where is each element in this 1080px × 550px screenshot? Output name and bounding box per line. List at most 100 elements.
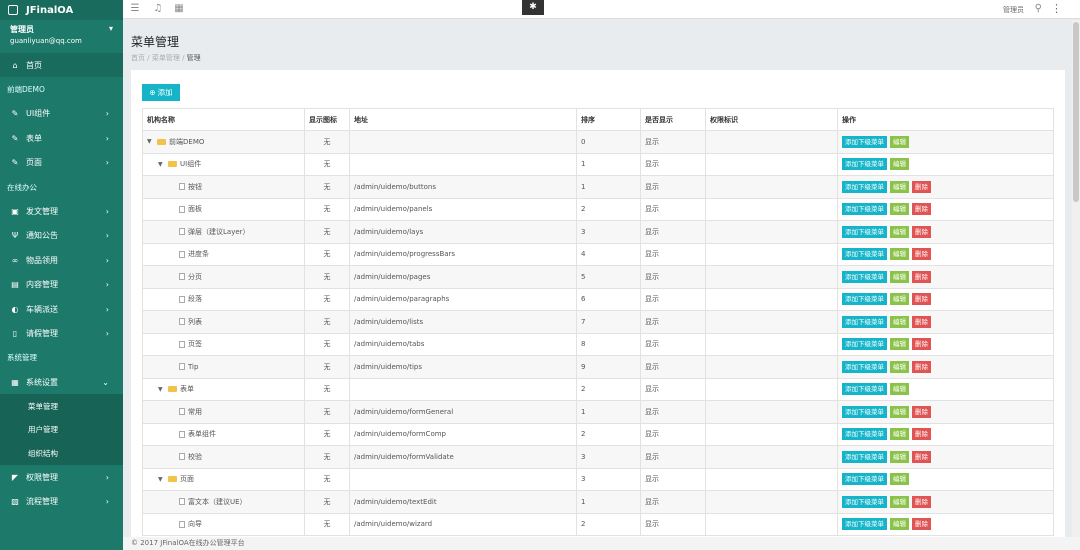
delete-button[interactable]: 删除 — [912, 428, 931, 441]
user-panel[interactable]: 管理员 ▾ guanliyuan@qq.com — [0, 20, 123, 53]
edit-button[interactable]: 编辑 — [890, 495, 909, 508]
edit-button[interactable]: 编辑 — [890, 293, 909, 306]
sidebar-item-label: 权限管理 — [26, 472, 58, 482]
main-content: 菜单管理 首页 / 菜单管理 / 管理 ⊕ 添加 机构名称 显示图标 地址 排序… — [123, 20, 1072, 550]
add-child-menu-button[interactable]: 添加下级菜单 — [842, 158, 887, 171]
breadcrumb-menu[interactable]: 菜单管理 — [152, 54, 180, 62]
bell-icon[interactable]: ♫ — [152, 3, 164, 15]
sidebar-subitem[interactable]: 菜单管理 — [0, 394, 123, 418]
edit-button[interactable]: 编辑 — [890, 405, 909, 418]
cell-order: 3 — [576, 445, 641, 469]
expand-caret-icon[interactable]: ▼ — [158, 476, 168, 483]
add-child-menu-button[interactable]: 添加下级菜单 — [842, 405, 887, 418]
cell-icon: 无 — [304, 512, 350, 536]
delete-button[interactable]: 删除 — [912, 360, 931, 373]
delete-button[interactable]: 删除 — [912, 495, 931, 508]
expand-caret-icon[interactable]: ▼ — [158, 161, 168, 168]
add-child-menu-button[interactable]: 添加下级菜单 — [842, 338, 887, 351]
user-icon[interactable]: ⚲ — [1035, 3, 1042, 14]
page-scrollbar[interactable] — [1072, 20, 1080, 550]
cell-url — [349, 130, 577, 154]
menu-toggle-icon[interactable]: ☰ — [129, 3, 141, 15]
delete-button[interactable]: 删除 — [912, 225, 931, 238]
add-child-menu-button[interactable]: 添加下级菜单 — [842, 518, 887, 531]
add-child-menu-button[interactable]: 添加下级菜单 — [842, 293, 887, 306]
delete-button[interactable]: 删除 — [912, 293, 931, 306]
gear-icon[interactable]: ✱ — [522, 0, 544, 15]
edit-button[interactable]: 编辑 — [890, 518, 909, 531]
edit-button[interactable]: 编辑 — [890, 158, 909, 171]
save-icon: ▦ — [11, 377, 19, 387]
add-child-menu-button[interactable]: 添加下级菜单 — [842, 270, 887, 283]
edit-button[interactable]: 编辑 — [890, 450, 909, 463]
col-perm: 权限标识 — [705, 108, 838, 131]
edit-button[interactable]: 编辑 — [890, 383, 909, 396]
add-child-menu-button[interactable]: 添加下级菜单 — [842, 473, 887, 486]
add-child-menu-button[interactable]: 添加下级菜单 — [842, 203, 887, 216]
add-child-menu-button[interactable]: 添加下级菜单 — [842, 180, 887, 193]
edit-button[interactable]: 编辑 — [890, 270, 909, 283]
scrollbar-thumb[interactable] — [1073, 22, 1079, 202]
edit-button[interactable]: 编辑 — [890, 180, 909, 193]
sidebar-item[interactable]: ▣ 发文管理 › — [0, 199, 123, 223]
cell-show: 显示 — [640, 242, 706, 266]
breadcrumb-home[interactable]: 首页 — [131, 54, 145, 62]
sidebar-item[interactable]: ▧ 流程管理 › — [0, 489, 123, 513]
sidebar-item[interactable]: ✎ 表单 › — [0, 126, 123, 150]
sidebar-item[interactable]: ◤ 权限管理 › — [0, 465, 123, 489]
sidebar-item[interactable]: ▦ 系统设置 ⌄ — [0, 370, 123, 394]
delete-button[interactable]: 删除 — [912, 450, 931, 463]
add-child-menu-button[interactable]: 添加下级菜单 — [842, 495, 887, 508]
sidebar-item[interactable]: ✎ UI组件 › — [0, 102, 123, 126]
add-child-menu-button[interactable]: 添加下级菜单 — [842, 248, 887, 261]
delete-button[interactable]: 删除 — [912, 203, 931, 216]
delete-button[interactable]: 删除 — [912, 315, 931, 328]
sidebar-item[interactable]: ◐ 车辆派送 › — [0, 297, 123, 321]
sidebar-subitem[interactable]: 组织结构 — [0, 441, 123, 465]
cell-perm — [705, 332, 838, 356]
table-row: ▼ 表单 无 2 显示 添加下级菜单 编辑 — [142, 377, 1054, 401]
delete-button[interactable]: 删除 — [912, 405, 931, 418]
cell-show: 显示 — [640, 310, 706, 334]
expand-caret-icon[interactable]: ▼ — [158, 386, 168, 393]
add-child-menu-button[interactable]: 添加下级菜单 — [842, 135, 887, 148]
edit-button[interactable]: 编辑 — [890, 203, 909, 216]
topbar: ☰ ♫ ▦ ✱ 管理员 ⚲ ⋮ — [123, 0, 1080, 19]
sidebar-item[interactable]: ▯ 请假管理 › — [0, 321, 123, 345]
add-child-menu-button[interactable]: 添加下级菜单 — [842, 450, 887, 463]
edit-button[interactable]: 编辑 — [890, 225, 909, 238]
add-button[interactable]: ⊕ 添加 — [142, 84, 180, 101]
grid-icon[interactable]: ▦ — [173, 3, 185, 15]
more-vertical-icon[interactable]: ⋮ — [1051, 2, 1062, 15]
edit-button[interactable]: 编辑 — [890, 360, 909, 373]
folder-icon — [168, 386, 177, 393]
add-child-menu-button[interactable]: 添加下级菜单 — [842, 383, 887, 396]
brand[interactable]: JFinalOA — [0, 0, 123, 20]
sidebar-subitem[interactable]: 用户管理 — [0, 417, 123, 442]
add-child-menu-button[interactable]: 添加下级菜单 — [842, 428, 887, 441]
edit-button[interactable]: 编辑 — [890, 473, 909, 486]
delete-button[interactable]: 删除 — [912, 270, 931, 283]
sidebar-item[interactable]: ∞ 物品领用 › — [0, 248, 123, 272]
sidebar-item[interactable]: ▤ 内容管理 › — [0, 273, 123, 297]
delete-button[interactable]: 删除 — [912, 338, 931, 351]
delete-button[interactable]: 删除 — [912, 248, 931, 261]
cell-name: 面板 — [142, 197, 305, 221]
edit-button[interactable]: 编辑 — [890, 135, 909, 148]
delete-button[interactable]: 删除 — [912, 180, 931, 193]
sidebar-item[interactable]: ✎ 页面 › — [0, 151, 123, 175]
topbar-admin-label[interactable]: 管理员 — [1003, 5, 1024, 15]
edit-button[interactable]: 编辑 — [890, 315, 909, 328]
cell-url: /admin/uidemo/pages — [349, 265, 577, 289]
edit-button[interactable]: 编辑 — [890, 248, 909, 261]
add-child-menu-button[interactable]: 添加下级菜单 — [842, 315, 887, 328]
sidebar-item[interactable]: ⌂ 首页 — [0, 53, 123, 78]
edit-button[interactable]: 编辑 — [890, 338, 909, 351]
menu-table-card: ⊕ 添加 机构名称 显示图标 地址 排序 是否显示 权限标识 操作 ▼ 前端DEM… — [131, 70, 1065, 540]
add-child-menu-button[interactable]: 添加下级菜单 — [842, 360, 887, 373]
delete-button[interactable]: 删除 — [912, 518, 931, 531]
expand-caret-icon[interactable]: ▼ — [147, 138, 157, 145]
sidebar-item[interactable]: Ψ 通知公告 › — [0, 224, 123, 248]
add-child-menu-button[interactable]: 添加下级菜单 — [842, 225, 887, 238]
edit-button[interactable]: 编辑 — [890, 428, 909, 441]
